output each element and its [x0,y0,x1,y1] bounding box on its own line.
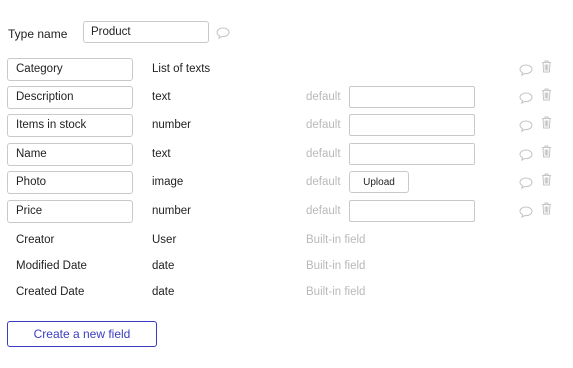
default-value-input[interactable] [349,143,475,165]
field-name-input[interactable]: Description [7,86,133,109]
trash-icon[interactable] [541,116,552,129]
type-name-label: Type name [8,27,68,41]
default-value-input[interactable] [349,86,475,108]
builtin-note: Built-in field [306,286,366,298]
field-type-label: text [152,148,171,160]
trash-icon[interactable] [541,145,552,158]
field-name-input[interactable]: Name [7,143,133,166]
field-row-photo: Photo image default Upload [0,171,573,195]
field-type-label: List of texts [152,63,211,75]
builtin-row-created-date: Created Date date Built-in field [0,282,573,306]
builtin-row-modified-date: Modified Date date Built-in field [0,256,573,280]
field-name-input[interactable]: Items in stock [7,114,133,137]
builtin-note: Built-in field [306,234,366,246]
field-name-input[interactable]: Price [7,200,133,223]
trash-icon[interactable] [541,173,552,186]
field-name-input[interactable]: Photo [7,171,133,194]
create-new-field-button[interactable]: Create a new field [7,321,157,347]
field-type-label: image [152,176,184,188]
field-row-description: Description text default [0,86,573,110]
default-label: default [306,91,341,103]
field-name-input[interactable]: Category [7,58,133,81]
speech-bubble-icon[interactable] [519,120,533,132]
field-type-label: date [152,286,175,298]
builtin-row-creator: Creator User Built-in field [0,230,573,254]
field-name: Modified Date [16,260,87,272]
speech-bubble-icon[interactable] [519,206,533,218]
speech-bubble-icon[interactable] [216,27,230,39]
speech-bubble-icon[interactable] [519,64,533,76]
field-row-items-in-stock: Items in stock number default [0,114,573,138]
speech-bubble-icon[interactable] [519,177,533,189]
default-label: default [306,119,341,131]
field-row-name: Name text default [0,143,573,167]
type-name-input[interactable] [83,21,209,43]
default-label: default [306,205,341,217]
builtin-note: Built-in field [306,260,366,272]
trash-icon[interactable] [541,202,552,215]
field-name: Created Date [16,286,85,298]
field-row-price: Price number default [0,200,573,224]
field-type-label: number [152,205,191,217]
field-type-label: text [152,91,171,103]
field-type-label: User [152,234,177,246]
trash-icon[interactable] [541,60,552,73]
upload-button[interactable]: Upload [349,171,409,193]
field-type-label: date [152,260,175,272]
speech-bubble-icon[interactable] [519,149,533,161]
default-value-input[interactable] [349,200,475,222]
trash-icon[interactable] [541,88,552,101]
default-value-input[interactable] [349,114,475,136]
field-type-label: number [152,119,191,131]
default-label: default [306,176,341,188]
field-row-category: Category List of texts [0,58,573,82]
default-label: default [306,148,341,160]
speech-bubble-icon[interactable] [519,92,533,104]
field-name: Creator [16,234,55,246]
